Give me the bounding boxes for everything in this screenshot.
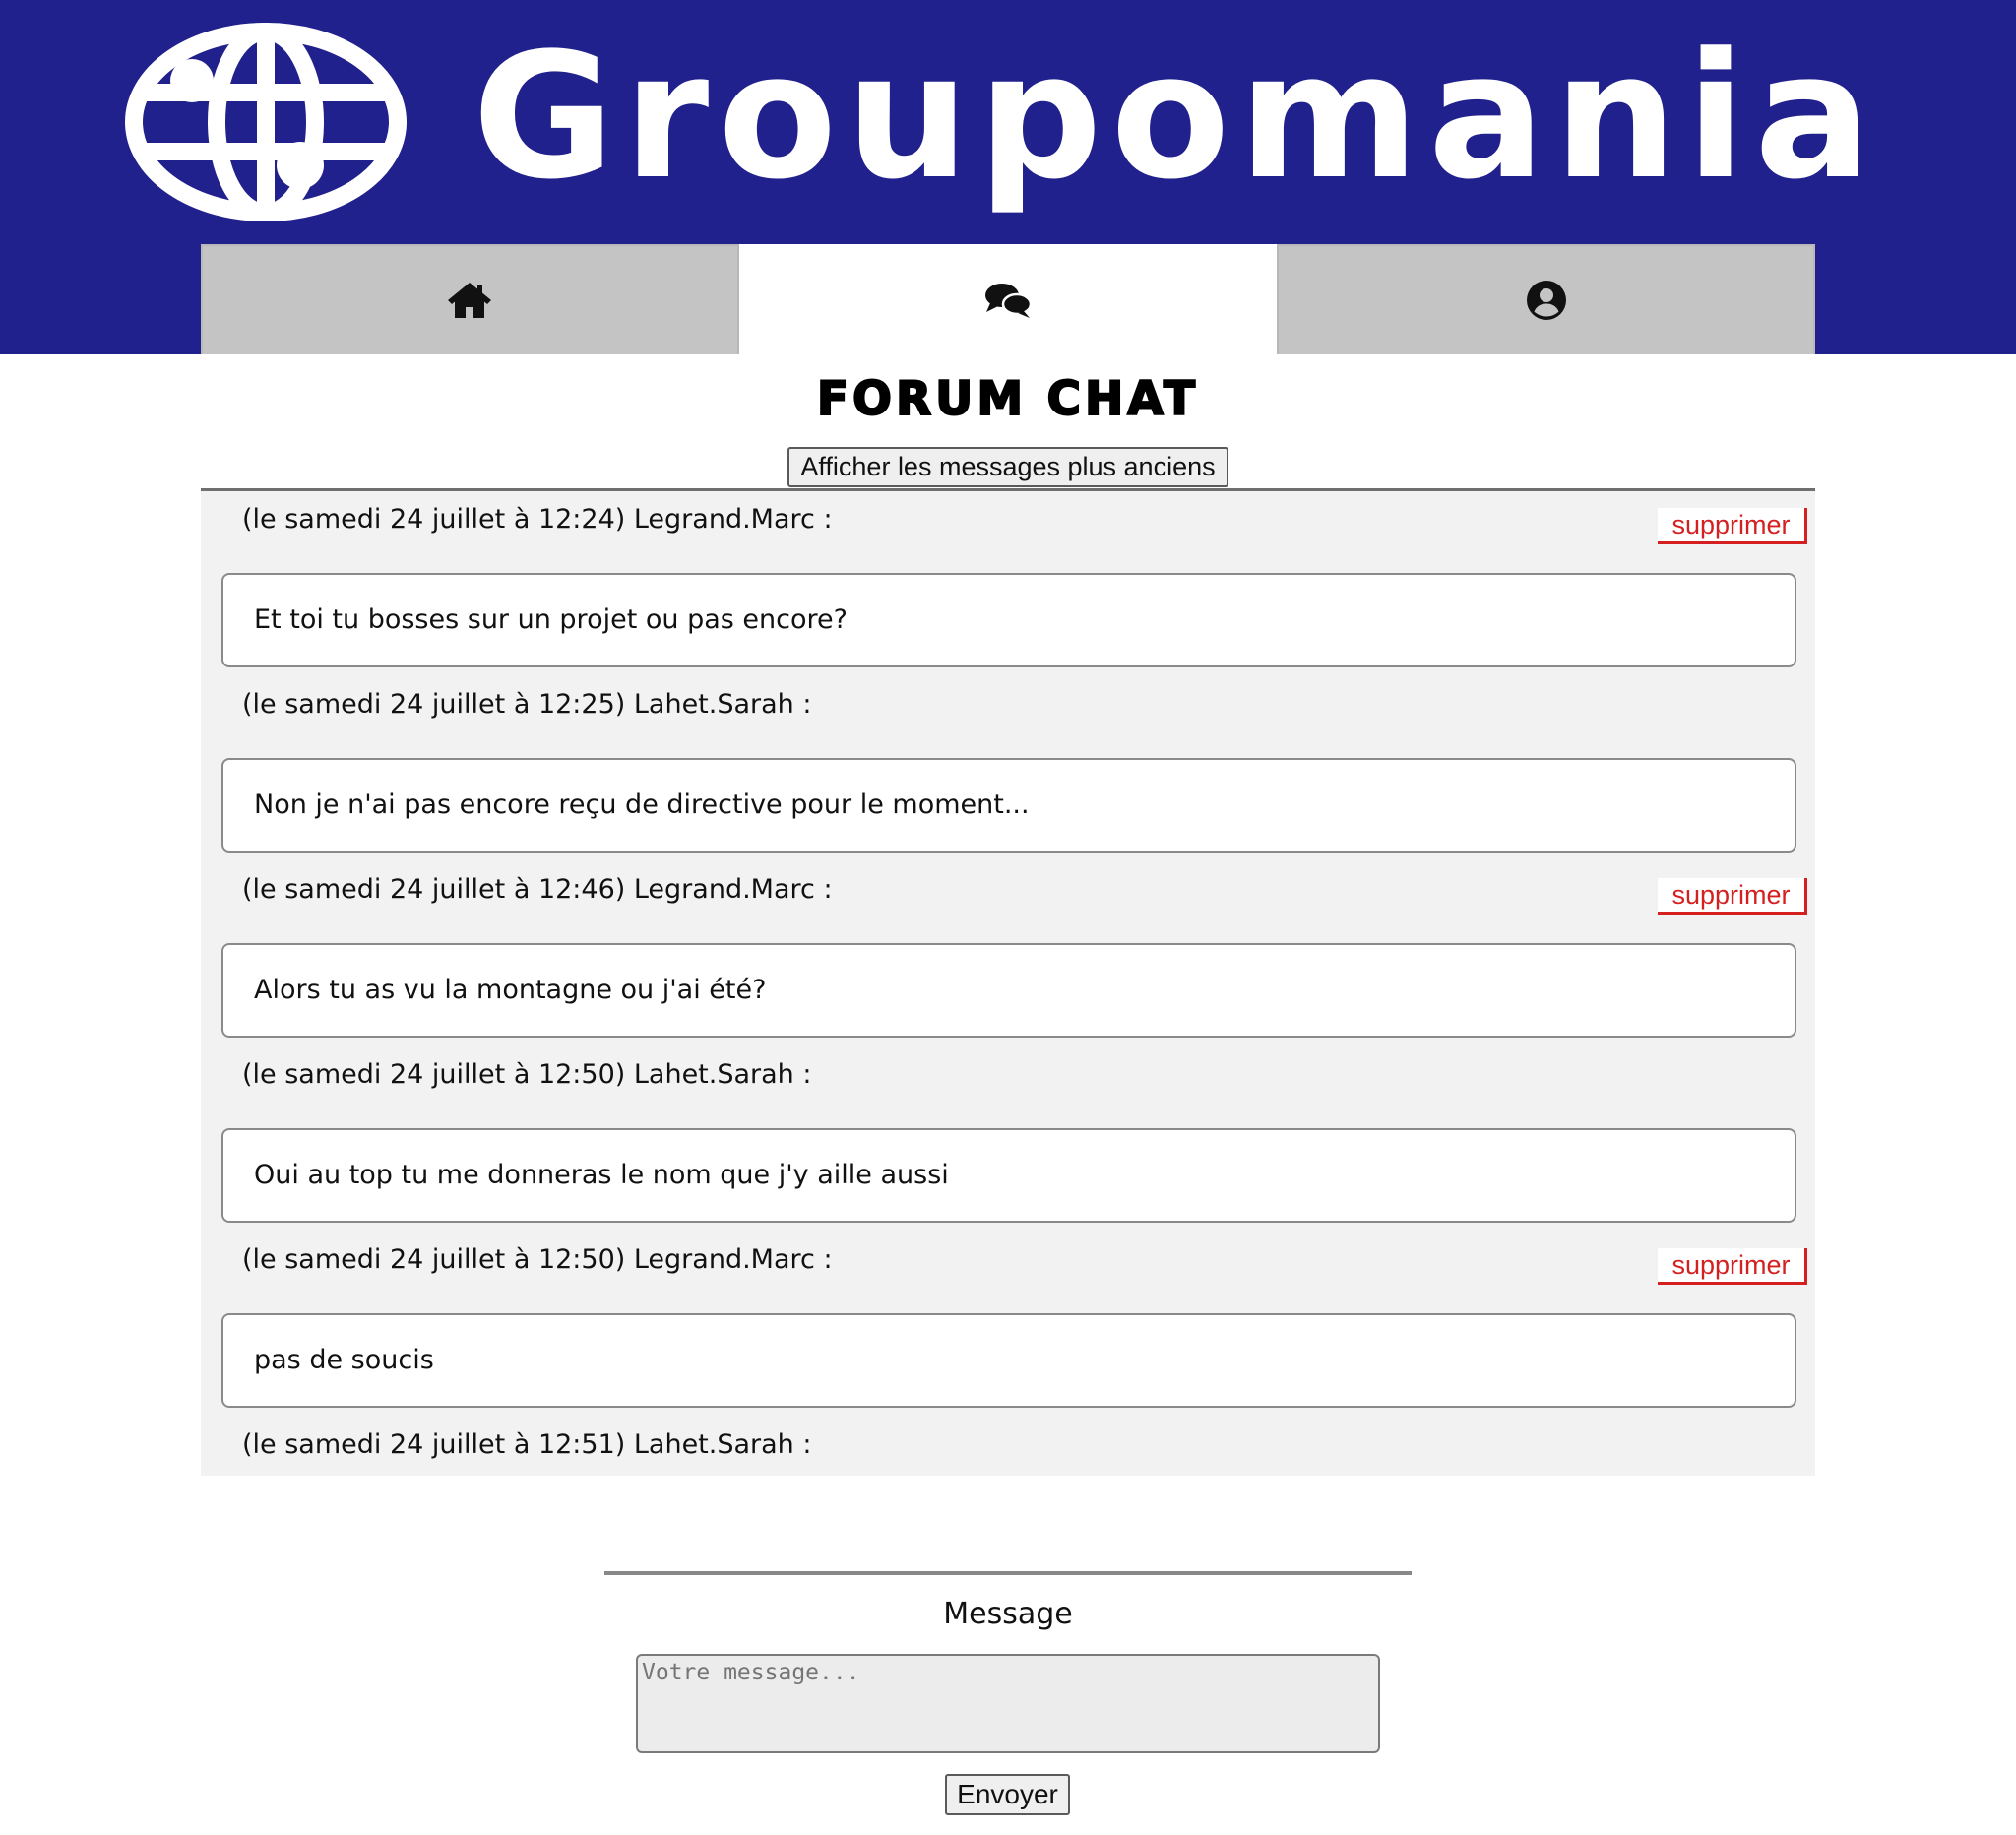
message-bubble: Et toi tu bosses sur un projet ou pas en… [221,573,1796,667]
message-field-label: Message [943,1597,1073,1631]
message-list[interactable]: (le samedi 24 juillet à 12:24) Legrand.M… [201,488,1815,1476]
message-meta: (le samedi 24 juillet à 12:24) Legrand.M… [242,504,833,535]
composer-divider [604,1571,1412,1575]
message-bubble: pas de soucis [221,1313,1796,1408]
page-title: FORUM CHAT [816,371,1200,427]
message-meta: (le samedi 24 juillet à 12:25) Lahet.Sar… [242,689,812,720]
home-icon [448,283,492,318]
app-logo-text: Groupomania [472,16,1880,218]
delete-message-button[interactable]: supprimer [1658,508,1807,544]
message-input[interactable] [636,1654,1380,1753]
nav-tab-home[interactable] [201,244,739,354]
globe-icon [125,23,407,221]
main-nav [201,244,1816,354]
app-header: Groupomania [0,0,2016,354]
nav-tab-profile[interactable] [1277,244,1816,354]
message-meta: (le samedi 24 juillet à 12:46) Legrand.M… [242,874,833,905]
delete-message-button[interactable]: supprimer [1658,878,1807,915]
user-circle-icon [1526,281,1566,320]
delete-message-button[interactable]: supprimer [1658,1248,1807,1285]
chat-bubbles-icon [985,284,1032,318]
nav-tab-chat[interactable] [738,244,1278,354]
message-meta: (le samedi 24 juillet à 12:50) Lahet.Sar… [242,1059,812,1090]
message-bubble: Alors tu as vu la montagne ou j'ai été? [221,943,1796,1038]
send-button[interactable]: Envoyer [945,1774,1070,1815]
message-meta: (le samedi 24 juillet à 12:50) Legrand.M… [242,1244,833,1275]
load-older-messages-button[interactable]: Afficher les messages plus anciens [788,447,1228,487]
message-bubble: Non je n'ai pas encore reçu de directive… [221,758,1796,853]
message-meta: (le samedi 24 juillet à 12:51) Lahet.Sar… [242,1429,812,1460]
message-bubble: Oui au top tu me donneras le nom que j'y… [221,1128,1796,1223]
